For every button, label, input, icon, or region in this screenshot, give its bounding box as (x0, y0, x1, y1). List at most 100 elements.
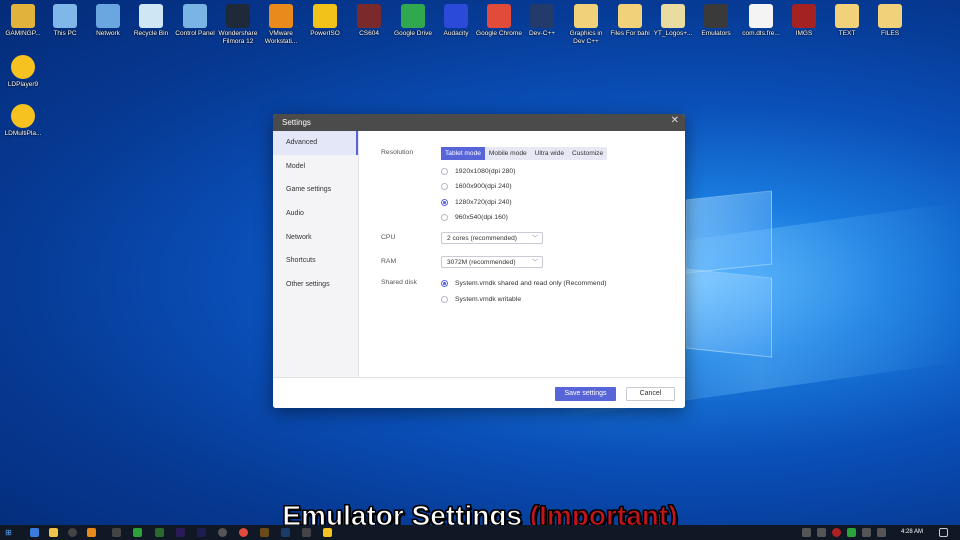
volume-icon[interactable] (877, 528, 886, 537)
tray-icon[interactable] (847, 528, 856, 537)
sidebar-item-network[interactable]: Network (273, 226, 358, 250)
desktop-icon-label: Network (96, 30, 120, 37)
tab-mobile-mode[interactable]: Mobile mode (485, 147, 531, 160)
sidebar-item-shortcuts[interactable]: Shortcuts (273, 249, 358, 273)
desktop-icon[interactable]: Files For bahi (607, 4, 653, 38)
desktop-icon[interactable]: FILES (867, 4, 913, 38)
sidebar-item-advanced[interactable]: Advanced (273, 131, 358, 155)
app-icon[interactable] (302, 528, 311, 537)
desktop-icon-label: CS604 (359, 30, 379, 37)
control-panel-icon (183, 4, 207, 28)
desktop-icon-label: Files For bahi (610, 30, 650, 37)
folder-icon (574, 4, 598, 28)
ram-label: RAM (381, 258, 397, 265)
windows-logo-pane (686, 190, 772, 274)
desktop-icon[interactable]: Control Panel (172, 4, 218, 38)
settings-sidebar: Advanced Model Game settings Audio Netwo… (273, 131, 359, 377)
tray-icon[interactable] (817, 528, 826, 537)
desktop-icon-label: GAMINGP... (5, 30, 41, 37)
save-settings-button[interactable]: Save settings (555, 387, 616, 401)
radio-button[interactable] (441, 214, 448, 221)
ldplayer-icon[interactable] (323, 528, 332, 537)
folder-icon (661, 4, 685, 28)
desktop-icon[interactable]: Google Drive (390, 4, 436, 38)
desktop-icon[interactable]: Emulators (693, 4, 739, 38)
app-icon[interactable] (68, 528, 77, 537)
sidebar-item-other-settings[interactable]: Other settings (273, 273, 358, 297)
desktop-icon-label: Graphics in Dev C++ (569, 30, 603, 45)
radio-button[interactable] (441, 296, 448, 303)
desktop-icon-label: LDPlayer9 (7, 81, 39, 88)
sidebar-item-game-settings[interactable]: Game settings (273, 178, 358, 202)
desktop-icon[interactable]: CS604 (346, 4, 392, 38)
desktop-icon[interactable]: YT_Logos+... (650, 4, 696, 38)
shared-disk-option[interactable]: System.vmdk writable (441, 296, 521, 303)
filmora-icon (226, 4, 250, 28)
resolution-option[interactable]: 960x540(dpi 160) (441, 214, 508, 221)
after-effects-icon[interactable] (197, 528, 206, 537)
desktop-icon-label: Recycle Bin (133, 30, 169, 37)
tray-icon[interactable] (802, 528, 811, 537)
shared-disk-option-label: System.vmdk writable (455, 296, 522, 303)
vmware-icon (269, 4, 293, 28)
cancel-button[interactable]: Cancel (626, 387, 675, 401)
desktop-icon[interactable]: PowerISO (302, 4, 348, 38)
ram-select[interactable]: 3072M (recommended) ﹀ (441, 256, 543, 268)
sidebar-item-audio[interactable]: Audio (273, 202, 358, 226)
shared-disk-option[interactable]: System.vmdk shared and read only (Recomm… (441, 280, 606, 287)
desktop-icon-label: TEXT (838, 30, 856, 37)
app-icon[interactable] (133, 528, 142, 537)
network-tray-icon[interactable] (862, 528, 871, 537)
file-icon (749, 4, 773, 28)
desktop-icon[interactable]: Audacity (433, 4, 479, 38)
desktop-icon-label: Audacity (443, 30, 469, 37)
desktop-icon[interactable]: Recycle Bin (128, 4, 174, 38)
radio-button[interactable] (441, 199, 448, 206)
desktop-icon-label: YT_Logos+... (653, 30, 693, 37)
desktop-icon[interactable]: TEXT (824, 4, 870, 38)
vlc-icon[interactable] (87, 528, 96, 537)
chrome-icon (487, 4, 511, 28)
cpu-select[interactable]: 2 cores (recommended) ﹀ (441, 232, 543, 244)
notification-icon[interactable] (939, 528, 948, 537)
audacity-icon (444, 4, 468, 28)
resolution-option[interactable]: 1280x720(dpi 240) (441, 199, 512, 206)
desktop-icon[interactable]: LDMultiPla... (0, 104, 46, 138)
desktop-icon[interactable]: This PC (42, 4, 88, 38)
app-icon[interactable] (155, 528, 164, 537)
premiere-icon[interactable] (176, 528, 185, 537)
tab-ultra-wide[interactable]: Ultra wide (531, 147, 568, 160)
desktop-icon[interactable]: VMware Workstati... (258, 4, 304, 46)
app-icon[interactable] (218, 528, 227, 537)
radio-button[interactable] (441, 280, 448, 287)
start-button-icon[interactable]: ⊞ (4, 528, 13, 537)
close-icon[interactable]: ✕ (671, 115, 679, 126)
tab-customize[interactable]: Customize (568, 147, 607, 160)
recycle-bin-icon (139, 4, 163, 28)
app-icon[interactable] (112, 528, 121, 537)
radio-button[interactable] (441, 168, 448, 175)
tab-tablet-mode[interactable]: Tablet mode (441, 147, 485, 160)
radio-button[interactable] (441, 183, 448, 190)
desktop-icon[interactable]: Dev-C++ (519, 4, 565, 38)
settings-window: Settings ✕ Advanced Model Game settings … (273, 114, 685, 408)
desktop-icon[interactable]: Graphics in Dev C++ (563, 4, 609, 46)
desktop-icon[interactable]: LDPlayer9 (0, 55, 46, 89)
edge-icon[interactable] (30, 528, 39, 537)
desktop-icon[interactable]: Network (85, 4, 131, 38)
clock[interactable]: 4:28 AM (901, 525, 923, 540)
sidebar-item-model[interactable]: Model (273, 155, 358, 179)
desktop-icon[interactable]: com.dts.fre... (738, 4, 784, 38)
desktop-icon[interactable]: Google Chrome (476, 4, 522, 38)
desktop-icon[interactable]: IMGS (781, 4, 827, 38)
resolution-option[interactable]: 1920x1080(dpi 280) (441, 168, 515, 175)
photoshop-icon[interactable] (281, 528, 290, 537)
resolution-option[interactable]: 1600x900(dpi 240) (441, 183, 512, 190)
settings-content: Resolution Tablet mode Mobile mode Ultra… (359, 131, 685, 377)
chrome-icon[interactable] (239, 528, 248, 537)
desktop-icon[interactable]: GAMINGP... (0, 4, 46, 38)
desktop-icon[interactable]: Wondershare Filmora 12 (215, 4, 261, 46)
file-explorer-icon[interactable] (49, 528, 58, 537)
tray-icon[interactable] (832, 528, 841, 537)
app-icon[interactable] (260, 528, 269, 537)
